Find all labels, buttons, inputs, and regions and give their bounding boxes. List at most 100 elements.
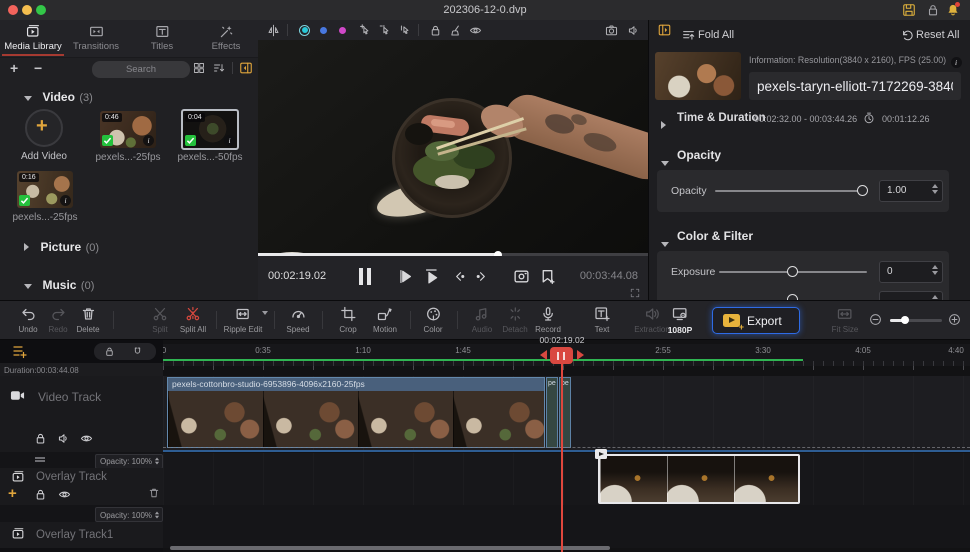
motion-button[interactable]: Motion (373, 306, 397, 334)
color-button[interactable]: Color (423, 306, 442, 334)
overlay-track1-lane[interactable] (163, 505, 970, 548)
playhead-left-chevron[interactable] (540, 350, 547, 360)
overlay-track-header[interactable]: Overlay Track + (0, 468, 163, 505)
track-lock-icon[interactable] (34, 488, 47, 501)
track-visibility-icon[interactable] (58, 488, 71, 501)
lock-preview-icon[interactable] (429, 24, 442, 37)
music-section-header[interactable]: Music (0) (24, 276, 94, 294)
delete-button[interactable]: Delete (76, 306, 99, 334)
opacity-pill[interactable]: Opacity: 100% (95, 454, 163, 469)
remove-media-button[interactable]: − (34, 60, 42, 76)
magenta-marker[interactable] (339, 27, 346, 34)
blue-marker[interactable] (320, 27, 327, 34)
export-button[interactable]: Export (712, 307, 800, 334)
fit-size-button[interactable]: Fit Size (832, 306, 859, 334)
ripple-edit-button[interactable]: Ripple Edit (224, 306, 263, 334)
mini-clip[interactable]: pe (546, 377, 558, 448)
opacity-slider-handle[interactable] (857, 185, 868, 196)
ripple-edit-dropdown-caret[interactable] (262, 311, 268, 315)
notification-bell-icon[interactable] (946, 3, 960, 17)
video-section-header[interactable]: Video (3) (24, 88, 93, 106)
add-track-icon[interactable] (12, 343, 28, 359)
reset-all-icon[interactable] (901, 29, 914, 42)
info-icon[interactable]: i (951, 57, 962, 68)
zoom-slider-handle[interactable] (901, 316, 909, 324)
save-icon[interactable] (902, 3, 916, 17)
track-mute-icon[interactable] (57, 432, 70, 445)
video-track-header[interactable]: Video Track (0, 376, 163, 452)
play-to-end-icon[interactable] (423, 267, 442, 286)
opacity-value-field[interactable]: 1.00 (879, 180, 943, 202)
time-duration-arrow-icon[interactable] (661, 116, 666, 134)
cyan-marker-selected[interactable] (299, 25, 310, 36)
exposure-value-field[interactable]: 0 (879, 261, 943, 283)
stepper[interactable] (932, 265, 938, 275)
playhead-handle[interactable] (550, 347, 573, 364)
range-cursor-icon[interactable] (379, 24, 392, 37)
record-button[interactable]: Record (535, 306, 561, 334)
media-item-thumbnail[interactable]: 0:46 i (100, 111, 156, 148)
fullscreen-icon[interactable] (630, 288, 640, 298)
track-lock-icon[interactable] (34, 432, 47, 445)
next-value-field-partial[interactable] (879, 291, 943, 300)
split-all-button[interactable]: Split All (180, 306, 206, 334)
add-video-button[interactable]: + (25, 109, 63, 147)
search-input[interactable] (92, 61, 190, 78)
extraction-button[interactable]: Extraction (634, 306, 670, 334)
video-frame[interactable] (258, 40, 648, 253)
snap-cursor-icon[interactable] (359, 24, 372, 37)
text-button[interactable]: Text (594, 306, 610, 334)
detach-button[interactable]: Detach (502, 306, 527, 334)
pause-icon-bar[interactable] (367, 268, 371, 285)
cleanup-broom-icon[interactable] (449, 24, 462, 37)
track-visibility-icon[interactable] (80, 432, 93, 445)
fold-all-button[interactable]: Fold All (698, 29, 734, 41)
lock-icon[interactable] (926, 3, 940, 17)
color-filter-collapse-icon[interactable] (661, 234, 669, 252)
sort-icon[interactable] (213, 62, 225, 74)
playhead-line[interactable] (561, 347, 563, 552)
show-hide-eye-icon[interactable] (469, 24, 482, 37)
drag-handle-icon[interactable] (35, 457, 45, 459)
clip-name-input[interactable] (749, 72, 961, 100)
stepper[interactable] (155, 458, 159, 465)
split-button[interactable]: Split (152, 306, 168, 334)
video-track-lane[interactable]: pexels-cottonbro-studio-6953896-4096x216… (163, 376, 970, 452)
snapshot-camera-icon[interactable] (605, 24, 618, 37)
add-media-button[interactable]: + (10, 60, 18, 76)
undo-button[interactable]: Undo (18, 306, 37, 334)
overlay-track1-header[interactable]: Overlay Track1 (0, 522, 163, 548)
opacity-slider[interactable] (715, 190, 867, 192)
overlay-track-lane[interactable] (163, 453, 970, 505)
media-item-thumbnail-selected[interactable]: 0:04 i (181, 109, 239, 150)
overlay-clip-selected[interactable] (598, 454, 800, 504)
crop-button[interactable]: Crop (339, 306, 356, 334)
opacity-collapse-icon[interactable] (661, 153, 669, 171)
snapshot-icon[interactable] (513, 268, 530, 285)
speed-button[interactable]: Speed (286, 306, 309, 334)
info-icon[interactable]: i (60, 195, 71, 206)
next-frame-icon[interactable] (474, 269, 489, 284)
select-cursor-icon[interactable] (399, 24, 412, 37)
pause-icon[interactable] (359, 268, 363, 285)
grid-view-icon[interactable] (193, 62, 205, 74)
lock-tracks-icon[interactable] (104, 346, 115, 357)
opacity-pill[interactable]: Opacity: 100% (95, 507, 163, 522)
resolution-button[interactable]: 1080P (668, 306, 693, 335)
info-icon[interactable]: i (224, 135, 235, 146)
collapse-panel-icon[interactable] (239, 61, 253, 75)
fold-all-icon[interactable] (682, 29, 695, 42)
snap-magnet-icon[interactable] (132, 346, 143, 357)
zoom-in-icon[interactable] (948, 313, 961, 326)
reset-all-button[interactable]: Reset All (916, 29, 959, 41)
preview-volume-icon[interactable] (627, 24, 640, 37)
tab-effects[interactable]: Effects (212, 24, 241, 52)
delete-track-icon[interactable] (148, 487, 160, 499)
timeline-horizontal-scrollbar[interactable] (170, 546, 610, 550)
tab-titles[interactable]: Titles (151, 24, 173, 52)
stepper[interactable] (155, 511, 159, 518)
tab-media-library[interactable]: Media Library (4, 24, 62, 52)
exposure-slider-handle[interactable] (787, 266, 798, 277)
flip-icon[interactable] (267, 24, 280, 37)
audio-button[interactable]: Audio (472, 306, 492, 334)
